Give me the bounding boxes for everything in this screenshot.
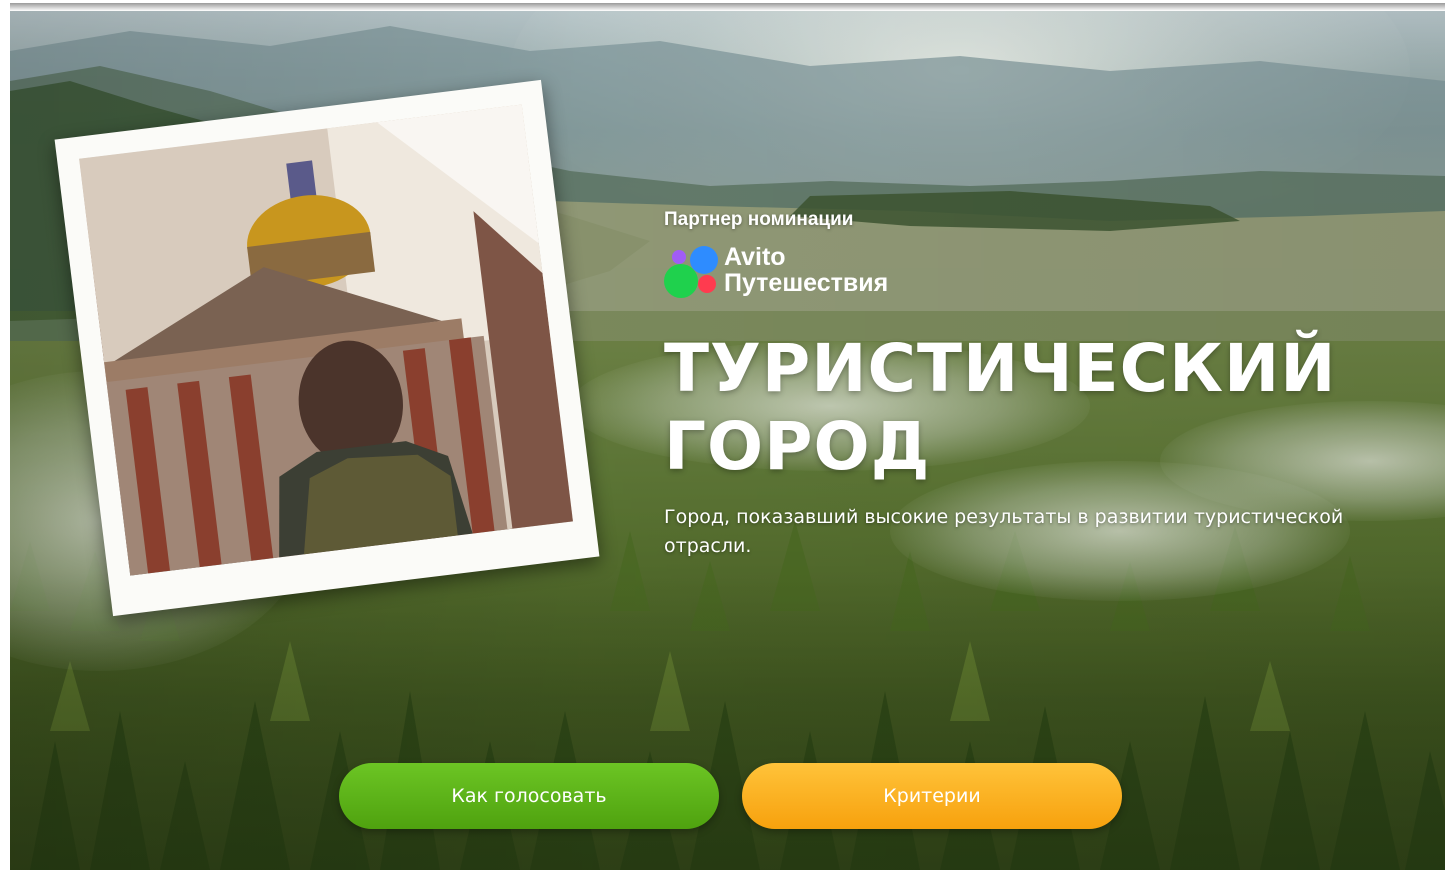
title-line-2: ГОРОД <box>664 408 931 485</box>
description-text: Город, показавший высокие результаты в р… <box>664 506 1344 557</box>
title-line-1: ТУРИСТИЧЕСКИЙ <box>664 330 1337 407</box>
logo-dot-green <box>664 264 698 298</box>
criteria-button[interactable]: Критерии <box>742 763 1122 829</box>
partner-brand: Avito <box>724 243 786 271</box>
photo-card <box>54 79 600 617</box>
cathedral-illustration <box>79 104 573 576</box>
logo-dot-purple <box>672 250 686 264</box>
how-to-vote-button[interactable]: Как голосовать <box>339 763 719 829</box>
partner-brand-sub: Путешествия <box>724 269 889 297</box>
page-title: ТУРИСТИЧЕСКИЙ ГОРОД <box>664 330 1364 486</box>
partner-logo[interactable]: Avito Путешествия <box>662 244 952 304</box>
top-shadow <box>10 3 1445 11</box>
avito-dots-icon <box>662 244 726 304</box>
partner-label: Партнер номинации <box>664 209 854 230</box>
overlay-bottom-shade <box>10 571 1445 870</box>
cathedral-photo <box>79 104 573 576</box>
logo-dot-red <box>698 275 716 293</box>
page: Партнер номинации Avito Путешествия ТУРИ… <box>0 0 1445 870</box>
